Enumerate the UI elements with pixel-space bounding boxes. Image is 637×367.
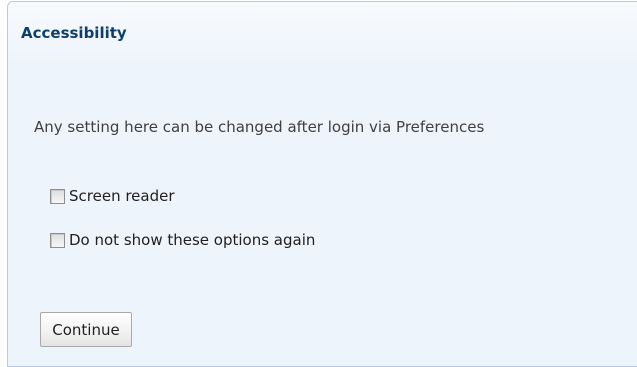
screen-reader-checkbox[interactable]: [50, 188, 65, 204]
screen-reader-option[interactable]: Screen reader: [50, 187, 175, 205]
do-not-show-again-label[interactable]: Do not show these options again: [69, 231, 315, 249]
accessibility-panel: Accessibility Any setting here can be ch…: [7, 1, 637, 367]
info-text: Any setting here can be changed after lo…: [34, 118, 485, 136]
panel-header: Accessibility: [8, 2, 637, 68]
do-not-show-again-option[interactable]: Do not show these options again: [50, 231, 315, 249]
panel-title: Accessibility: [21, 24, 127, 42]
screen-reader-label[interactable]: Screen reader: [69, 187, 175, 205]
do-not-show-again-checkbox[interactable]: [50, 232, 65, 248]
continue-button[interactable]: Continue: [40, 312, 132, 347]
